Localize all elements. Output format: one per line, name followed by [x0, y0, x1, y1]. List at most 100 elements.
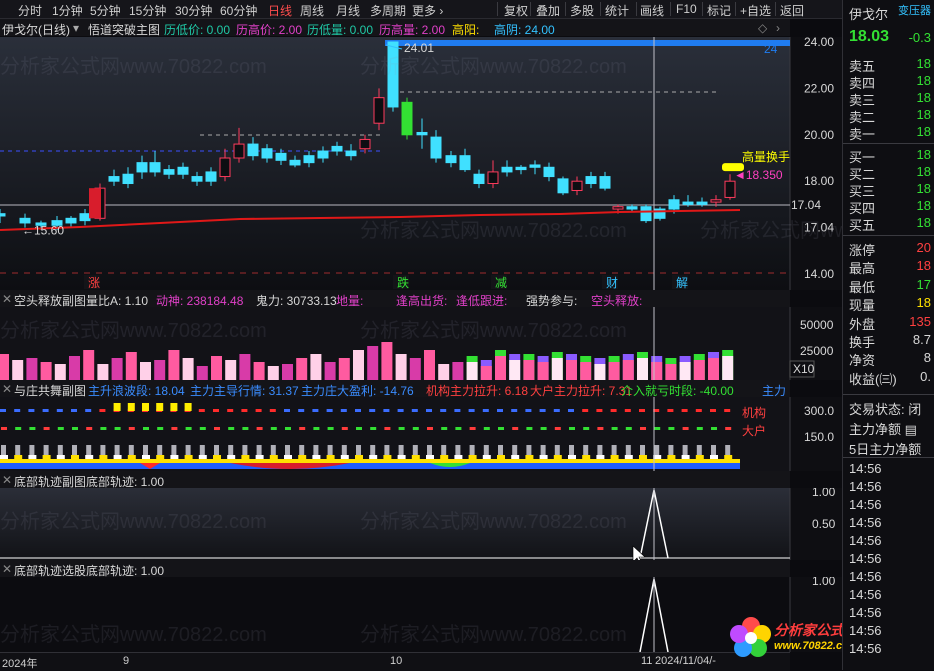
toolbar-item[interactable]: 多股: [570, 2, 594, 19]
indicator-name[interactable]: 悟道突破主图: [88, 21, 160, 38]
close-icon[interactable]: ✕: [2, 562, 12, 576]
signal-bar: [127, 403, 135, 411]
sub2-chart[interactable]: 300.0 150.0 机构大户: [0, 397, 842, 471]
price-axis: [790, 37, 842, 290]
volume-bar: [182, 358, 194, 380]
tick-time: 14:56: [849, 497, 882, 512]
toolbar-item[interactable]: 标记: [707, 2, 731, 19]
signal-dash: [498, 427, 504, 430]
toolbar-item[interactable]: 统计: [605, 2, 629, 19]
toolbar-item[interactable]: 多周期: [370, 2, 406, 19]
volume-tag: 高量换手: [742, 149, 790, 164]
signal-dash: [85, 409, 92, 412]
candlestick-chart[interactable]: 24.0022.0020.0018.0017.0414.0017.0424←15…: [0, 37, 842, 290]
volume-bar: [83, 350, 95, 380]
candle-body: [19, 217, 31, 224]
event-marker: 涨: [88, 275, 100, 290]
signal-dash: [526, 427, 533, 430]
toolbar-item[interactable]: 60分钟: [220, 2, 257, 19]
signal-dash: [695, 409, 702, 412]
toolbar-item[interactable]: 复权: [504, 2, 528, 19]
volume-bar: [69, 356, 80, 380]
volume-bar-overlay: [523, 360, 535, 380]
band-label: 24: [764, 42, 778, 56]
toolbar-separator: [702, 2, 703, 16]
toolbar-item[interactable]: 15分钟: [129, 2, 166, 19]
signal-dash: [56, 409, 63, 412]
quote-stat: 涨停: [849, 243, 876, 258]
volume-bar: [367, 346, 379, 380]
watermark: 分析家公式网www.70822.com: [0, 55, 267, 78]
toolbar-item[interactable]: 30分钟: [175, 2, 212, 19]
candle-body: [430, 136, 442, 159]
signal-dash: [569, 427, 575, 430]
volume-bar-overlay: [637, 358, 648, 380]
date-label: 11: [641, 655, 653, 667]
watermark: 分析家公式网www.70822.com: [360, 319, 627, 342]
volume-bar: [253, 362, 265, 380]
candle-body: [640, 206, 652, 222]
signal-bar: [184, 403, 192, 411]
toolbar-item[interactable]: 返回: [780, 2, 804, 19]
signal-dash: [525, 409, 532, 412]
flower-logo-icon: [730, 617, 771, 657]
toolbar-item[interactable]: F10: [676, 2, 697, 16]
toolbar-item[interactable]: 分时: [18, 2, 42, 19]
toolbar-item[interactable]: 周线: [300, 2, 324, 19]
candle-body: [359, 138, 371, 150]
sub1-chart[interactable]: 50000 25000 X10 分析家公式网www.70822.com 分析家公式网ww…: [0, 307, 842, 380]
toolbar-item[interactable]: 更多 ›: [412, 2, 443, 19]
signal-dash: [426, 409, 432, 412]
last-price-label: ◄18.350: [734, 168, 783, 182]
candle-body: [177, 166, 189, 175]
signal-dash: [128, 427, 135, 430]
signal-dash: [356, 427, 362, 430]
close-icon[interactable]: ✕: [2, 382, 12, 396]
signal-dash: [327, 427, 334, 430]
trend-band: [0, 463, 740, 469]
signal-dash: [483, 427, 490, 430]
more-icon[interactable]: ›: [776, 21, 780, 35]
signal-dash: [241, 409, 248, 412]
toolbar-item[interactable]: 月线: [336, 2, 360, 19]
sub4-chart[interactable]: 1.00 分析家公式网www.70822.com 分析家公式网www.70822.c…: [0, 577, 842, 652]
date-label: 9: [123, 655, 130, 667]
toolbar-item[interactable]: 5分钟: [90, 2, 121, 19]
volume-tick: 50000: [800, 318, 834, 332]
candle-body: [459, 155, 471, 171]
candle-body: [473, 173, 485, 185]
signal-dash: [213, 409, 219, 412]
signal-dash: [640, 427, 646, 430]
volume-bar-overlay: [608, 362, 620, 380]
signal-dash: [482, 409, 489, 412]
volume-bar: [211, 356, 222, 380]
signal-dash: [611, 427, 618, 430]
sector-tag[interactable]: 变压器: [898, 2, 931, 18]
stock-label[interactable]: 伊戈尔(日线): [2, 21, 70, 38]
candle-body: [317, 150, 329, 159]
candle-body: [205, 171, 217, 182]
signal-dash: [43, 427, 50, 430]
toolbar-item[interactable]: +自选: [740, 2, 771, 19]
toolbar-item[interactable]: 1分钟: [52, 2, 83, 19]
signal-dash: [143, 427, 149, 430]
settings-icon[interactable]: ◇: [758, 21, 767, 35]
toolbar-item[interactable]: 画线: [640, 2, 664, 19]
close-icon[interactable]: ✕: [2, 473, 12, 487]
toolbar-separator: [775, 2, 776, 16]
signal-dash: [285, 427, 291, 430]
sub3-chart[interactable]: 1.00 0.50 分析家公式网www.70822.com 分析家公式网www.708…: [0, 488, 842, 560]
dropdown-icon[interactable]: ▾: [73, 21, 79, 35]
toolbar-item[interactable]: 叠加: [536, 2, 560, 19]
volume-scale: X10: [793, 362, 815, 376]
signal-dash: [711, 427, 717, 430]
close-icon[interactable]: ✕: [2, 292, 12, 306]
candle-body: [612, 206, 624, 210]
signal-dash: [512, 427, 519, 430]
toolbar-item[interactable]: 日线: [268, 2, 292, 19]
signal-dash: [341, 427, 348, 430]
candle-body: [557, 178, 569, 194]
candle-body: [275, 152, 287, 161]
indicator-stat: 历低量: 0.00: [307, 23, 374, 37]
signal-dash: [269, 409, 276, 412]
